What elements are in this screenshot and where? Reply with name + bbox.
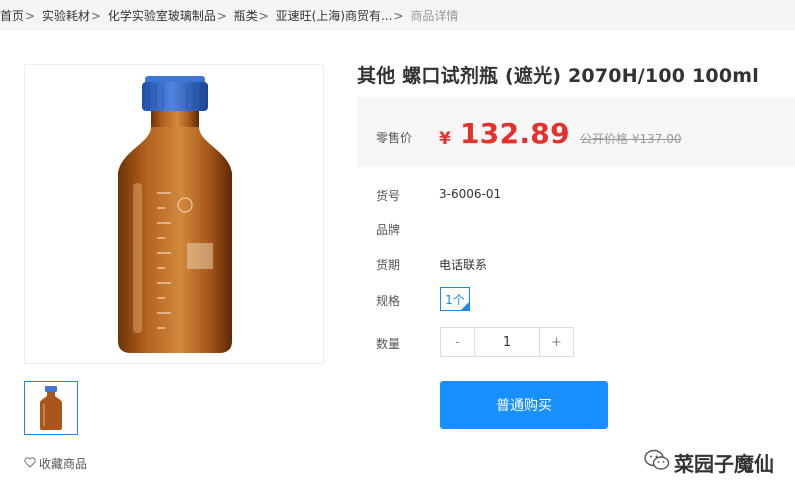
- breadcrumb-bar: 首页> 实验耗材> 化学实验室玻璃制品> 瓶类> 亚速旺(上海)商贸有...> …: [0, 0, 795, 31]
- product-title: 其他 螺口试剂瓶 (遮光) 2070H/100 100ml: [357, 65, 759, 87]
- heart-icon: [24, 456, 36, 471]
- breadcrumb-separator: >: [25, 9, 36, 23]
- buy-button[interactable]: 普通购买: [440, 381, 608, 429]
- wechat-icon: [644, 449, 670, 476]
- delivery-value: 电话联系: [439, 258, 488, 272]
- breadcrumb-current: 商品详情: [410, 9, 459, 23]
- retail-price-label: 零售价: [376, 131, 413, 145]
- watermark-text: 菜园子魔仙: [674, 452, 774, 476]
- selected-corner-icon: [461, 302, 469, 310]
- breadcrumb: 首页> 实验耗材> 化学实验室玻璃制品> 瓶类> 亚速旺(上海)商贸有...> …: [0, 8, 458, 24]
- quantity-stepper: - +: [440, 327, 574, 357]
- breadcrumb-vendor[interactable]: 亚速旺(上海)商贸有...: [276, 9, 393, 23]
- quantity-decrease-button[interactable]: -: [441, 328, 475, 356]
- original-price-value: ¥137.00: [631, 132, 682, 146]
- delivery-label: 货期: [376, 258, 401, 272]
- currency-symbol: ¥: [439, 129, 451, 149]
- breadcrumb-bottles[interactable]: 瓶类: [234, 9, 258, 23]
- spec-label: 规格: [376, 294, 401, 308]
- favorite-label: 收藏商品: [39, 457, 88, 471]
- product-main-image: [24, 64, 324, 364]
- breadcrumb-separator: >: [90, 9, 101, 23]
- breadcrumb-home[interactable]: 首页: [0, 9, 24, 23]
- original-price-label: 公开价格: [580, 132, 629, 146]
- product-thumbnail[interactable]: [24, 381, 78, 435]
- item-number-label: 货号: [376, 189, 401, 203]
- breadcrumb-separator: >: [258, 9, 269, 23]
- watermark: 菜园子魔仙: [644, 448, 774, 477]
- brand-label: 品牌: [376, 223, 401, 237]
- quantity-increase-button[interactable]: +: [539, 328, 573, 356]
- breadcrumb-lab-consumables[interactable]: 实验耗材: [42, 9, 90, 23]
- retail-price: 132.89: [460, 117, 570, 150]
- amber-bottle-image: [118, 76, 232, 353]
- quantity-input[interactable]: [475, 328, 539, 356]
- breadcrumb-separator: >: [393, 9, 404, 23]
- item-number-value: 3-6006-01: [439, 187, 502, 201]
- original-price: 公开价格 ¥137.00: [580, 130, 681, 147]
- favorite-button[interactable]: 收藏商品: [24, 455, 87, 472]
- quantity-label: 数量: [376, 337, 401, 351]
- breadcrumb-lab-glassware[interactable]: 化学实验室玻璃制品: [108, 9, 216, 23]
- amber-bottle-thumbnail-image: [40, 386, 62, 430]
- spec-option-selected[interactable]: 1个: [440, 287, 470, 311]
- price-panel: 零售价 ¥ 132.89 公开价格 ¥137.00: [357, 97, 795, 167]
- breadcrumb-separator: >: [216, 9, 227, 23]
